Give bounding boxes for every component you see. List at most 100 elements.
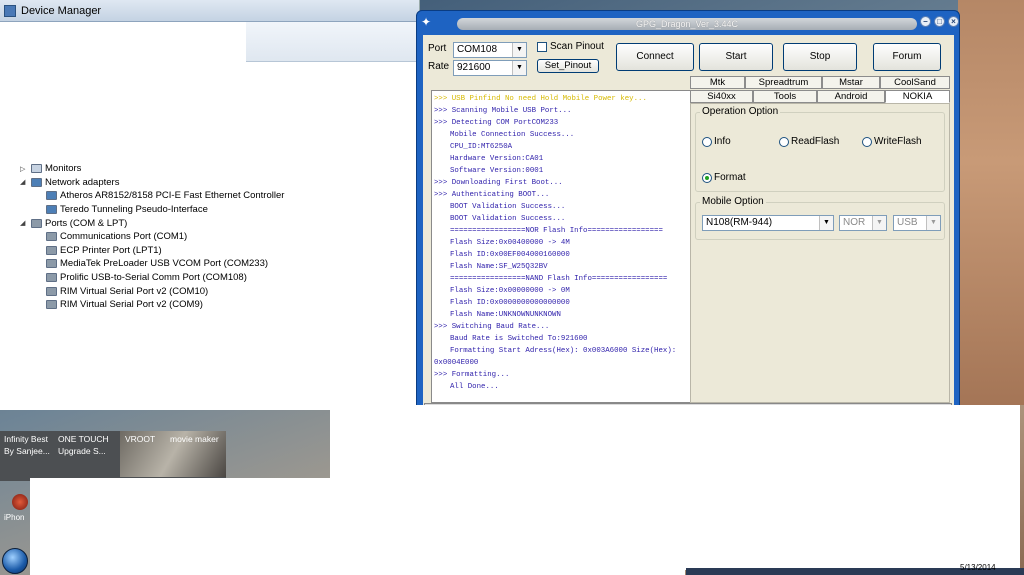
shortcut-infinity-best[interactable]: Infinity Best bbox=[4, 434, 48, 444]
iphone-app-icon[interactable] bbox=[12, 494, 28, 510]
chevron-down-icon[interactable]: ▼ bbox=[512, 61, 526, 75]
model-select[interactable]: N108(RM-944) ▼ bbox=[702, 215, 834, 231]
tree-device[interactable]: Teredo Tunneling Pseudo-Interface bbox=[20, 203, 410, 217]
connect-button[interactable]: Connect bbox=[616, 43, 694, 71]
redacted-area-desktop bbox=[30, 478, 685, 575]
tree-category[interactable]: ◢ Network adapters bbox=[20, 176, 410, 190]
chevron-down-icon[interactable]: ▼ bbox=[512, 43, 526, 57]
shortcut-by-sanjee[interactable]: By Sanjee... bbox=[4, 446, 50, 456]
device-manager-icon bbox=[4, 4, 16, 17]
flash-type-select[interactable]: NOR ▼ bbox=[839, 215, 887, 231]
device-manager-titlebar[interactable]: Device Manager bbox=[0, 0, 419, 22]
tab-android[interactable]: Android bbox=[817, 90, 885, 103]
set-pinout-button[interactable]: Set_Pinout bbox=[537, 59, 599, 73]
port-select[interactable]: COM108 ▼ bbox=[453, 42, 527, 58]
network-icon bbox=[31, 177, 42, 187]
log-line: All Done... bbox=[450, 383, 499, 391]
shortcut-movie-maker[interactable]: movie maker bbox=[170, 434, 219, 444]
rate-label: Rate bbox=[428, 61, 450, 72]
format-radio[interactable] bbox=[702, 173, 712, 183]
stop-button[interactable]: Stop bbox=[783, 43, 857, 71]
tree-device[interactable]: RIM Virtual Serial Port v2 (COM9) bbox=[20, 298, 410, 312]
log-line: BOOT Validation Success... bbox=[450, 215, 566, 223]
tree-label: Monitors bbox=[45, 163, 82, 175]
port-icon bbox=[46, 245, 57, 255]
tree-category[interactable]: ◢ Ports (COM & LPT) bbox=[20, 216, 410, 230]
mobile-option-group: Mobile Option N108(RM-944) ▼ NOR ▼ USB ▼ bbox=[695, 196, 945, 240]
connection-select[interactable]: USB ▼ bbox=[893, 215, 941, 231]
device-manager-window: Device Manager ▷ Monitors ◢ Network adapter… bbox=[0, 0, 420, 410]
tree-category[interactable]: ▷ Monitors bbox=[20, 162, 410, 176]
log-line: Mobile Connection Success... bbox=[450, 131, 575, 139]
expand-arrow-icon[interactable]: ◢ bbox=[20, 219, 28, 227]
minimize-icon[interactable]: – bbox=[920, 16, 931, 27]
taskbar-clock: 5/13/2014 bbox=[960, 563, 996, 572]
log-line: Flash Size:0x00400000 -> 4M bbox=[450, 239, 570, 247]
connection-value: USB bbox=[897, 217, 918, 228]
forum-button[interactable]: Forum bbox=[873, 43, 941, 71]
readflash-radio[interactable] bbox=[779, 137, 789, 147]
tree-device[interactable]: Prolific USB-to-Serial Comm Port (COM108… bbox=[20, 271, 410, 285]
tab-si40xx[interactable]: Si40xx bbox=[690, 90, 753, 103]
port-icon bbox=[31, 218, 42, 228]
log-line: Flash ID:0x0000000000000000 bbox=[450, 299, 570, 307]
tab-nokia[interactable]: NOKIA bbox=[885, 90, 950, 103]
tree-device[interactable]: Communications Port (COM1) bbox=[20, 230, 410, 244]
start-button[interactable] bbox=[2, 548, 28, 574]
flash-type-value: NOR bbox=[843, 217, 866, 228]
log-line: Flash Name:SF_W25Q32BV bbox=[450, 263, 548, 271]
log-line: Hardware Version:CA01 bbox=[450, 155, 544, 163]
close-icon[interactable]: × bbox=[948, 16, 959, 27]
gpg-titlebar[interactable]: ✦ GPG_Dragon_Ver_3.44C – □ × bbox=[417, 11, 959, 35]
tree-device[interactable]: RIM Virtual Serial Port v2 (COM10) bbox=[20, 284, 410, 298]
tab-mstar[interactable]: Mstar bbox=[822, 76, 880, 89]
monitor-icon bbox=[31, 164, 42, 174]
tree-device[interactable]: Atheros AR8152/8158 PCI-E Fast Ethernet … bbox=[20, 189, 410, 203]
expand-arrow-icon[interactable]: ◢ bbox=[20, 178, 28, 186]
chevron-down-icon[interactable]: ▼ bbox=[872, 216, 886, 230]
log-line: 0x0004E000 bbox=[434, 359, 479, 367]
device-tree: ▷ Monitors ◢ Network adapters Atheros AR8152… bbox=[20, 162, 410, 312]
tree-label: Network adapters bbox=[45, 176, 120, 188]
port-label: Port bbox=[428, 43, 447, 54]
expand-arrow-icon[interactable]: ▷ bbox=[20, 165, 28, 173]
rate-select[interactable]: 921600 ▼ bbox=[453, 60, 527, 76]
tree-device[interactable]: MediaTek PreLoader USB VCOM Port (COM233… bbox=[20, 257, 410, 271]
chevron-down-icon[interactable]: ▼ bbox=[819, 216, 833, 230]
tab-coolsand[interactable]: CoolSand bbox=[880, 76, 950, 89]
gpg-body: Port COM108 ▼ Rate 921600 ▼ Scan Pinout … bbox=[423, 35, 954, 405]
rate-value: 921600 bbox=[457, 62, 491, 73]
shortcut-vroot[interactable]: VROOT bbox=[125, 434, 155, 444]
log-output[interactable]: >>> USB Pinfind No need Hold Mobile Powe… bbox=[431, 90, 695, 403]
scan-pinout-checkbox[interactable] bbox=[537, 42, 547, 52]
log-line: Baud Rate is Switched To:921600 bbox=[450, 335, 588, 343]
iphone-label[interactable]: iPhon bbox=[4, 513, 24, 522]
maximize-icon[interactable]: □ bbox=[934, 16, 945, 27]
gpg-dragon-window: ✦ GPG_Dragon_Ver_3.44C – □ × Port COM108… bbox=[416, 10, 960, 410]
tab-mtk[interactable]: Mtk bbox=[690, 76, 745, 89]
tree-label: Communications Port (COM1) bbox=[60, 231, 188, 243]
log-line: Software Version:0001 bbox=[450, 167, 544, 175]
tree-device[interactable]: ECP Printer Port (LPT1) bbox=[20, 244, 410, 258]
log-line: >>> Scanning Mobile USB Port... bbox=[434, 107, 572, 115]
log-line: =================NOR Flash Info=========… bbox=[450, 227, 663, 235]
port-icon bbox=[46, 259, 57, 269]
port-icon bbox=[46, 286, 57, 296]
log-line: Flash Name:UNKNOWNUNKNOWN bbox=[450, 311, 561, 319]
scan-pinout-label: Scan Pinout bbox=[550, 41, 604, 52]
writeflash-label: WriteFlash bbox=[874, 136, 922, 147]
chevron-down-icon[interactable]: ▼ bbox=[926, 216, 940, 230]
tree-label: Prolific USB-to-Serial Comm Port (COM108… bbox=[60, 272, 247, 284]
tree-label: MediaTek PreLoader USB VCOM Port (COM233… bbox=[60, 258, 269, 270]
log-line: Flash ID:0x00EF004000160000 bbox=[450, 251, 570, 259]
log-line: >>> Detecting COM PortCOM233 bbox=[434, 119, 559, 127]
redacted-area bbox=[0, 22, 246, 68]
start-button[interactable]: Start bbox=[699, 43, 773, 71]
tab-tools[interactable]: Tools bbox=[753, 90, 817, 103]
shortcut-one-touch[interactable]: ONE TOUCH bbox=[58, 434, 109, 444]
info-radio[interactable] bbox=[702, 137, 712, 147]
writeflash-radio[interactable] bbox=[862, 137, 872, 147]
shortcut-upgrade[interactable]: Upgrade S... bbox=[58, 446, 106, 456]
readflash-label: ReadFlash bbox=[791, 136, 840, 147]
tab-spreadtrum[interactable]: Spreadtrum bbox=[745, 76, 822, 89]
